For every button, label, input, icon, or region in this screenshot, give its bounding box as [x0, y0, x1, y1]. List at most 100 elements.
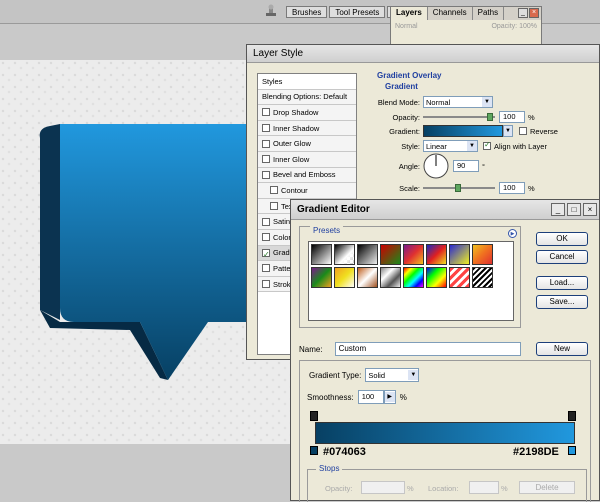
stop-location-label: Location: — [428, 484, 459, 493]
chevron-down-icon: ▼ — [408, 370, 419, 380]
ok-button[interactable]: OK — [536, 232, 588, 246]
minimize-icon[interactable]: _ — [518, 8, 528, 18]
style-item[interactable]: Blending Options: Default — [258, 89, 356, 106]
opacity-input[interactable]: 100 — [499, 111, 525, 123]
preset-swatch[interactable] — [426, 244, 447, 265]
new-button[interactable]: New — [536, 342, 588, 356]
style-checkbox[interactable] — [262, 139, 270, 148]
angle-input[interactable]: 90 — [453, 160, 479, 172]
gradient-bar[interactable] — [315, 422, 575, 444]
layer-opacity-label: Opacity: — [491, 23, 518, 30]
style-select[interactable]: Linear ▼ — [423, 140, 478, 152]
preset-swatch[interactable] — [357, 267, 378, 288]
style-checkbox[interactable] — [262, 264, 270, 273]
scale-slider-thumb[interactable] — [455, 184, 461, 192]
style-checkbox[interactable] — [262, 124, 270, 133]
gradient-preview[interactable] — [423, 125, 503, 137]
scale-slider[interactable] — [423, 184, 495, 192]
tab-channels[interactable]: Channels — [428, 7, 473, 20]
style-checkbox[interactable] — [262, 247, 270, 262]
style-checkbox[interactable] — [262, 155, 270, 164]
preset-swatch[interactable] — [449, 244, 470, 265]
preset-swatch[interactable] — [334, 267, 355, 288]
preset-swatch[interactable] — [311, 267, 332, 288]
palette-window-controls: _ × — [517, 8, 539, 18]
preset-swatch[interactable] — [403, 267, 424, 288]
preset-swatch[interactable] — [472, 267, 493, 288]
smoothness-unit: % — [399, 392, 407, 402]
reverse-checkbox[interactable] — [519, 127, 527, 135]
gradient-picker-button[interactable]: ▼ — [503, 125, 513, 137]
style-item[interactable]: Bevel and Emboss — [258, 167, 356, 184]
style-item[interactable]: Inner Shadow — [258, 120, 356, 137]
color-stop-right[interactable] — [568, 446, 576, 455]
preset-swatch[interactable] — [403, 244, 424, 265]
style-item-label: Gradi — [273, 248, 292, 258]
blend-mode-select[interactable]: Normal ▼ — [423, 96, 493, 108]
preset-swatch[interactable] — [311, 244, 332, 265]
style-checkbox[interactable] — [262, 280, 270, 289]
styles-header[interactable]: Styles — [258, 74, 356, 90]
color-stop-left[interactable] — [310, 446, 318, 455]
preset-swatch[interactable] — [380, 267, 401, 288]
cancel-button[interactable]: Cancel — [536, 250, 588, 264]
style-checkbox[interactable] — [262, 233, 270, 242]
stop-opacity-unit: % — [407, 484, 414, 493]
tab-brushes[interactable]: Brushes — [286, 6, 328, 18]
presets-grid — [308, 241, 514, 321]
style-checkbox[interactable] — [262, 108, 270, 117]
style-item[interactable]: Drop Shadow — [258, 105, 356, 121]
style-checkbox[interactable] — [262, 170, 270, 179]
presets-menu-icon[interactable]: ▶ — [508, 229, 517, 238]
preset-swatch[interactable] — [334, 244, 355, 265]
style-item[interactable]: Outer Glow — [258, 136, 356, 152]
style-item-label: Patte — [273, 263, 291, 273]
gradient-type-select[interactable]: Solid ▼ — [365, 368, 420, 382]
name-row: Name: Custom — [299, 342, 521, 356]
scale-input[interactable]: 100 — [499, 182, 525, 194]
preset-swatch[interactable] — [472, 244, 493, 265]
angle-dial[interactable] — [423, 153, 449, 179]
opacity-stop-right[interactable] — [568, 411, 576, 421]
group-subtitle: Gradient — [385, 82, 418, 91]
tab-layers[interactable]: Layers — [391, 7, 428, 20]
name-input[interactable]: Custom — [334, 342, 521, 356]
stamp-tool-icon[interactable] — [264, 4, 278, 18]
style-item[interactable]: Inner Glow — [258, 151, 356, 168]
align-with-layer-label: Align with Layer — [494, 141, 547, 151]
style-checkbox[interactable] — [270, 186, 278, 195]
style-checkbox[interactable] — [262, 217, 270, 226]
style-item[interactable]: Contour — [258, 183, 356, 199]
stop-opacity-input[interactable] — [361, 481, 405, 494]
tab-tool-presets[interactable]: Tool Presets — [329, 6, 386, 18]
presets-group: Presets ▶ — [299, 226, 521, 328]
load-button[interactable]: Load... — [536, 276, 588, 290]
tab-paths[interactable]: Paths — [473, 7, 505, 20]
align-with-layer-checkbox[interactable] — [483, 140, 491, 150]
close-icon[interactable]: × — [529, 8, 539, 18]
style-checkbox[interactable] — [270, 202, 278, 211]
style-item-label: Outer Glow — [273, 139, 311, 149]
opacity-slider-thumb[interactable] — [487, 113, 493, 121]
layer-opacity-value[interactable]: 100% — [519, 23, 537, 30]
opacity-slider[interactable] — [423, 113, 495, 121]
opacity-stop-left[interactable] — [310, 411, 318, 421]
delete-button[interactable]: Delete — [519, 481, 575, 494]
close-icon[interactable]: × — [583, 203, 597, 216]
smoothness-input[interactable]: 100 — [357, 390, 384, 404]
preset-swatch[interactable] — [426, 267, 447, 288]
preset-swatch[interactable] — [380, 244, 401, 265]
smoothness-label: Smoothness: — [307, 392, 354, 402]
preset-swatch[interactable] — [357, 244, 378, 265]
presets-label: Presets — [310, 226, 344, 235]
maximize-icon[interactable]: □ — [567, 203, 581, 216]
layer-blend-mode[interactable]: Normal — [395, 23, 418, 30]
style-item-label: Color — [273, 232, 291, 242]
preset-swatch[interactable] — [449, 267, 470, 288]
smoothness-stepper[interactable]: ▶ — [383, 390, 396, 404]
save-button[interactable]: Save... — [536, 295, 588, 309]
reverse-label: Reverse — [530, 126, 558, 136]
style-item-label: Contour — [281, 185, 308, 195]
stop-location-input[interactable] — [469, 481, 499, 494]
minimize-icon[interactable]: _ — [551, 203, 565, 216]
